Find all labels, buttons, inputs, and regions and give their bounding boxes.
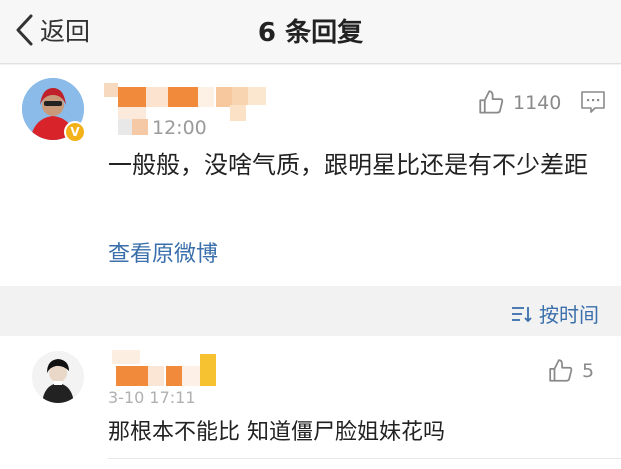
page-title: 6 条回复 [257, 18, 364, 48]
view-original-link[interactable]: 查看原微博 [108, 236, 218, 268]
like-count: 1140 [513, 91, 562, 114]
comment-time: 12:00 [152, 117, 207, 139]
thumbs-up-icon [479, 90, 504, 114]
reply-like-count: 5 [582, 360, 595, 382]
reply-text: 那根本不能比 知道僵尸脸姐妹花吗 [108, 420, 445, 445]
reply-avatar-image [32, 351, 84, 403]
main-comment: V 12:00 1140 一般般，没啥气质，跟明星比还是有不少差距 查看原微博 [0, 65, 621, 286]
like-button[interactable]: 1140 [478, 89, 561, 116]
sort-bar: 按时间 [0, 287, 621, 335]
comment-text: 一般般，没啥气质，跟明星比还是有不少差距 [108, 151, 588, 179]
comment-icon[interactable] [580, 90, 606, 114]
thumbs-up-icon [549, 359, 573, 382]
reply-time: 3-10 17:11 [108, 388, 196, 407]
sort-label: 按时间 [539, 303, 599, 327]
sort-by-time-button[interactable]: 按时间 [511, 299, 599, 328]
nav-header: 返回 6 条回复 [0, 0, 621, 64]
verified-icon: V [64, 121, 86, 143]
reply-item: 3-10 17:11 5 那根本不能比 知道僵尸脸姐妹花吗 [0, 336, 621, 469]
divider [108, 458, 621, 459]
sort-icon [512, 306, 532, 322]
reply-like-button[interactable]: 5 [548, 358, 594, 384]
reply-avatar[interactable] [32, 351, 84, 403]
